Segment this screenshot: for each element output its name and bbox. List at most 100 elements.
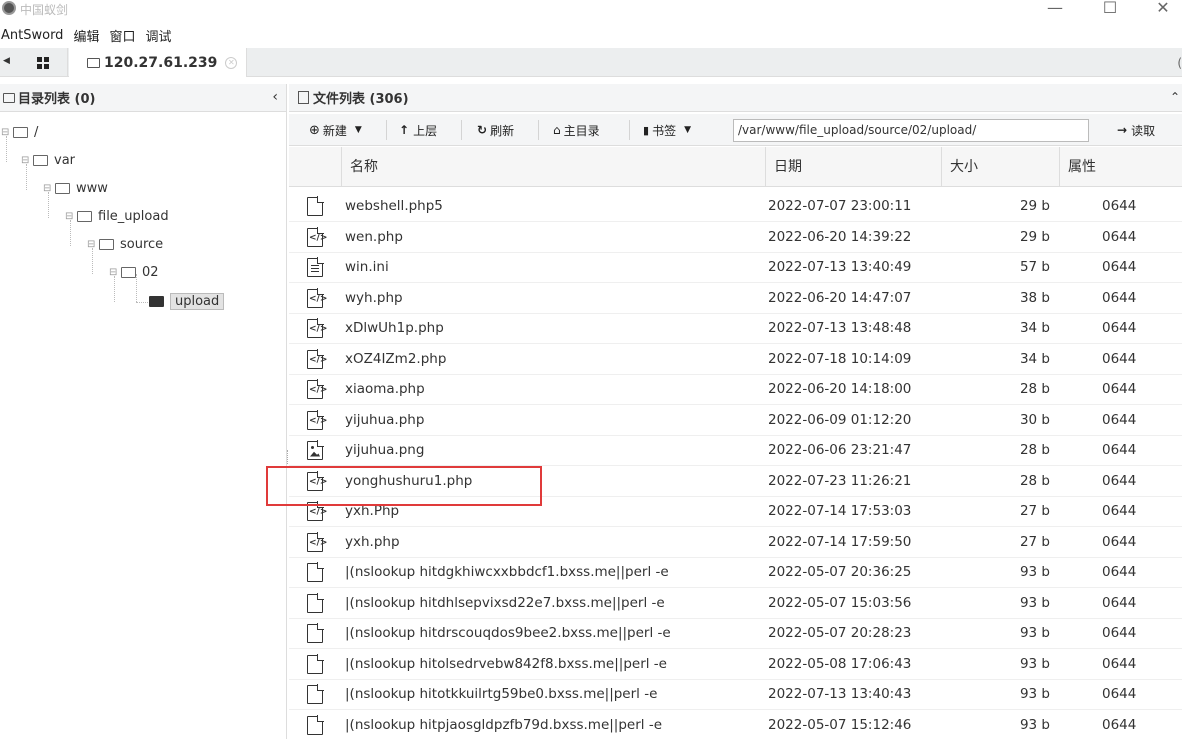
col-icon [289, 147, 341, 187]
table-row[interactable]: </> wen.php 2022-06-20 14:39:22 29 b 0644 [289, 222, 1182, 253]
tab-ip-label: 120.27.61.239 [104, 54, 218, 71]
close-window-button[interactable]: ✕ [1148, 0, 1178, 17]
table-row[interactable]: </> yijuhua.php 2022-06-09 01:12:20 30 b 064… [289, 405, 1182, 436]
table-row[interactable]: webshell.php5 2022-07-07 23:00:11 29 b 0644 [289, 191, 1182, 222]
table-row[interactable]: |(nslookup hitpjaosgldpzfb79d.bxss.me||p… [289, 710, 1182, 739]
collapse-toggle-icon[interactable]: ⊟ [43, 183, 55, 194]
collapse-toggle-icon[interactable]: ⊟ [1, 127, 13, 138]
maximize-button[interactable]: ☐ [1095, 0, 1125, 17]
home-dir-button[interactable]: ⌂ 主目录 [553, 120, 600, 140]
tree-node-label: source [120, 236, 164, 252]
folder-icon [55, 182, 70, 194]
home-label: 主目录 [563, 123, 600, 138]
table-row[interactable]: </> xiaoma.php 2022-06-20 14:18:00 28 b 0644 [289, 374, 1182, 405]
code-file-icon: </> [307, 318, 327, 338]
table-row[interactable]: |(nslookup hitdhlsepvixsd22e7.bxss.me||p… [289, 588, 1182, 619]
tab-shell-session[interactable]: 120.27.61.239 ✕ [69, 48, 247, 77]
file-perm: 0644 [1102, 412, 1137, 428]
file-date: 2022-07-07 23:00:11 [768, 198, 912, 214]
code-file-icon: </> [307, 227, 327, 247]
tree-node-source[interactable]: ⊟ source [87, 234, 163, 254]
table-row[interactable]: </> yxh.php 2022-07-14 17:59:50 27 b 0644 [289, 527, 1182, 558]
table-row[interactable]: |(nslookup hitdgkhiwcxxbbdcf1.bxss.me||p… [289, 557, 1182, 588]
table-row[interactable]: yijuhua.png 2022-06-06 23:21:47 28 b 0644 [289, 435, 1182, 466]
file-date: 2022-06-20 14:18:00 [768, 381, 912, 397]
file-size: 34 b [1019, 320, 1050, 336]
folder-icon [121, 266, 136, 278]
tab-scroll-right-icon[interactable]: ( [1177, 56, 1182, 70]
file-date: 2022-05-07 15:03:56 [768, 595, 912, 611]
new-label: 新建 [322, 123, 347, 138]
file-perm: 0644 [1102, 442, 1137, 458]
menu-window[interactable]: 窗口 [109, 26, 135, 45]
tab-close-icon[interactable]: ✕ [225, 56, 238, 69]
file-name: xOZ4IZm2.php [345, 351, 447, 367]
col-date[interactable]: 日期 [765, 147, 941, 187]
file-size: 34 b [1019, 351, 1050, 367]
path-input[interactable]: /var/www/file_upload/source/02/upload/ [733, 119, 1089, 142]
file-perm: 0644 [1102, 473, 1137, 489]
tab-home[interactable] [18, 48, 68, 77]
table-row[interactable]: </> wyh.php 2022-06-20 14:47:07 38 b 0644 [289, 283, 1182, 314]
tree-node-root[interactable]: ⊟ / [1, 122, 38, 142]
collapse-panel-icon[interactable]: ‹ [272, 89, 278, 105]
file-size: 27 b [1019, 503, 1050, 519]
arrow-right-icon: → [1117, 123, 1128, 137]
file-size: 29 b [1019, 229, 1050, 245]
file-date: 2022-07-14 17:53:03 [768, 503, 912, 519]
up-button[interactable]: ↑ 上层 [399, 120, 437, 140]
menu-edit[interactable]: 编辑 [73, 26, 99, 45]
collapse-toggle-icon[interactable]: ⊟ [109, 267, 121, 278]
table-row[interactable]: |(nslookup hitdrscouqdos9bee2.bxss.me||p… [289, 618, 1182, 649]
file-perm: 0644 [1102, 686, 1137, 702]
tree-node-file-upload[interactable]: ⊟ file_upload [65, 206, 169, 226]
table-row[interactable]: </> xDlwUh1p.php 2022-07-13 13:48:48 34 b 06… [289, 313, 1182, 344]
tree-node-02[interactable]: ⊟ 02 [109, 262, 159, 282]
file-name: |(nslookup hitpjaosgldpzfb79d.bxss.me||p… [345, 717, 662, 733]
bookmark-button[interactable]: ▮ 书签 ▼ [643, 120, 691, 140]
collapse-up-icon[interactable]: ⌃ [1170, 90, 1180, 104]
tree-node-label: upload [170, 292, 225, 310]
file-name: wen.php [345, 229, 403, 245]
col-name[interactable]: 名称 [341, 147, 765, 187]
file-date: 2022-07-13 13:40:49 [768, 259, 912, 275]
file-perm: 0644 [1102, 503, 1137, 519]
table-row[interactable]: win.ini 2022-07-13 13:40:49 57 b 0644 [289, 252, 1182, 283]
file-icon [307, 562, 324, 582]
table-row[interactable]: |(nslookup hitolsedrvebw842f8.bxss.me||p… [289, 649, 1182, 680]
file-toolbar: ⊕ 新建 ▼ ↑ 上层 ↻ 刷新 ⌂ 主目录 ▮ 书签 ▼ /var/www/f… [289, 114, 1182, 146]
code-file-icon: </> [307, 379, 327, 399]
table-row[interactable]: |(nslookup hitotkkuilrtg59be0.bxss.me||p… [289, 679, 1182, 710]
col-perm[interactable]: 属性 [1059, 147, 1182, 187]
col-size[interactable]: 大小 [941, 147, 1059, 187]
file-size: 93 b [1019, 595, 1050, 611]
file-name: yijuhua.php [345, 412, 425, 428]
tree-node-www[interactable]: ⊟ www [43, 178, 108, 198]
table-row[interactable]: </> xOZ4IZm2.php 2022-07-18 10:14:09 34 b 06… [289, 344, 1182, 375]
collapse-toggle-icon[interactable]: ⊟ [87, 239, 99, 250]
file-name: |(nslookup hitdhlsepvixsd22e7.bxss.me||p… [345, 595, 665, 611]
file-name: |(nslookup hitotkkuilrtg59be0.bxss.me||p… [345, 686, 658, 702]
grid-icon [36, 56, 49, 69]
file-name: |(nslookup hitdrscouqdos9bee2.bxss.me||p… [345, 625, 671, 641]
tree-node-upload[interactable]: upload [149, 291, 225, 311]
collapse-toggle-icon[interactable]: ⊟ [21, 155, 33, 166]
file-name: yxh.php [345, 534, 400, 550]
file-date: 2022-06-20 14:39:22 [768, 229, 912, 245]
file-size: 28 b [1019, 473, 1050, 489]
file-perm: 0644 [1102, 717, 1137, 733]
minimize-button[interactable]: — [1040, 0, 1070, 17]
bookmark-label: 书签 [652, 123, 677, 138]
collapse-toggle-icon[interactable]: ⊟ [65, 211, 77, 222]
menu-antsword[interactable]: AntSword [1, 28, 63, 43]
title-bar: 中国蚁剑 — ☐ ✕ [0, 0, 1182, 20]
menu-debug[interactable]: 调试 [145, 26, 171, 45]
file-name: |(nslookup hitdgkhiwcxxbbdcf1.bxss.me||p… [345, 564, 669, 580]
tree-node-var[interactable]: ⊟ var [21, 150, 75, 170]
new-button[interactable]: ⊕ 新建 ▼ [309, 120, 362, 140]
file-list-panel: 文件列表 (306) ⌃ ⊕ 新建 ▼ ↑ 上层 ↻ 刷新 ⌂ 主目录 ▮ 书签… [289, 84, 1182, 739]
refresh-button[interactable]: ↻ 刷新 [477, 120, 514, 140]
tab-scroll-left-icon[interactable]: ◀ [3, 56, 10, 66]
read-button[interactable]: → 读取 [1117, 120, 1155, 140]
code-file-icon: </> [307, 532, 327, 552]
